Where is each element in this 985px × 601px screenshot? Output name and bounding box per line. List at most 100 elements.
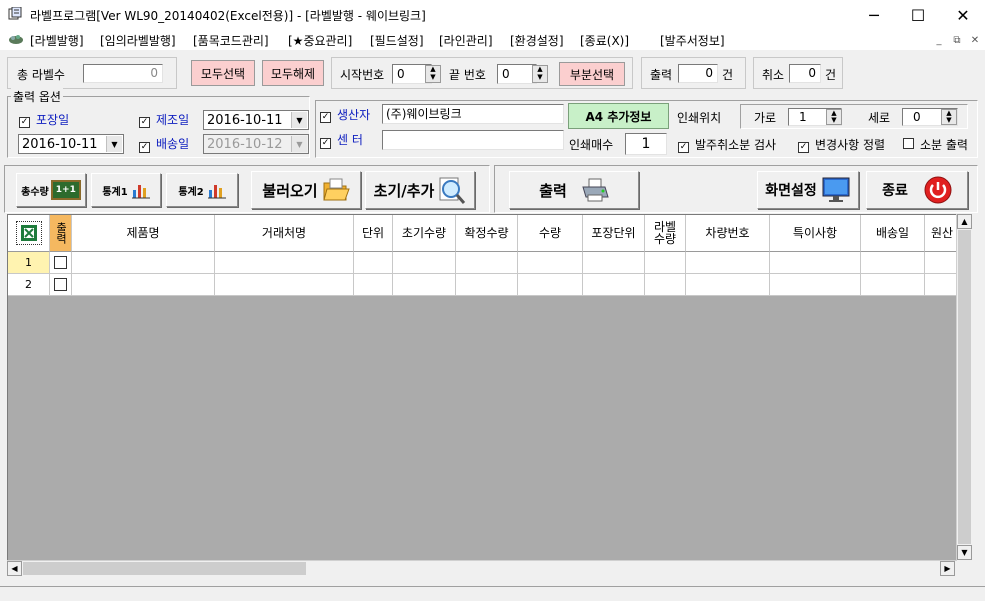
scroll-left-icon[interactable]: ◀ <box>7 561 22 576</box>
col-header-initial-qty[interactable]: 초기수량 <box>393 215 456 252</box>
small-print-checkbox[interactable] <box>903 138 914 152</box>
select-all-button[interactable]: 모두선택 <box>191 60 255 86</box>
table-cell[interactable] <box>518 274 583 296</box>
menu-line-management[interactable]: [라인관리] <box>439 32 493 49</box>
close-button[interactable]: ✕ <box>940 0 985 30</box>
scroll-right-icon[interactable]: ▶ <box>940 561 955 576</box>
table-cell[interactable] <box>770 252 861 274</box>
end-no-input[interactable]: 0 <box>497 64 537 84</box>
menu-exit[interactable]: [종료(X)] <box>580 32 629 49</box>
start-no-spinner[interactable]: ▲ ▼ <box>425 65 441 83</box>
table-cell[interactable] <box>583 274 645 296</box>
horizontal-scrollbar[interactable]: ◀ ▶ <box>7 560 956 576</box>
menu-environment[interactable]: [환경설정] <box>510 32 564 49</box>
menu-custom-label[interactable]: [임의라벨발행] <box>100 32 176 49</box>
table-cell[interactable] <box>645 274 686 296</box>
center-checkbox[interactable]: ✓ <box>320 134 331 149</box>
col-header-pack-unit[interactable]: 포장단위 <box>583 215 645 252</box>
excel-export-icon[interactable] <box>8 215 50 252</box>
screen-settings-button[interactable]: 화면설정 <box>757 171 859 209</box>
mfg-date-checkbox[interactable]: ✓ <box>139 113 150 128</box>
row-print-checkbox[interactable] <box>50 252 72 274</box>
reset-add-button[interactable]: 초기/추가 <box>365 171 475 209</box>
horiz-label: 가로 <box>754 111 777 125</box>
check-cancel-checkbox[interactable]: ✓ <box>678 138 689 153</box>
partial-select-button[interactable]: 부분선택 <box>559 62 625 86</box>
total-qty-button[interactable]: 총수량 1+1 <box>16 173 86 207</box>
mfg-date-picker[interactable]: 2016-10-11 ▼ <box>203 110 309 130</box>
row-print-checkbox[interactable] <box>50 274 72 296</box>
table-cell[interactable] <box>861 274 925 296</box>
sort-changes-checkbox[interactable]: ✓ <box>798 138 809 153</box>
menu-field-settings[interactable]: [필드설정] <box>370 32 424 49</box>
producer-checkbox[interactable]: ✓ <box>320 108 331 123</box>
col-header-notes[interactable]: 특이사항 <box>770 215 861 252</box>
table-cell[interactable] <box>770 274 861 296</box>
menu-important[interactable]: [★중요관리] <box>288 32 352 49</box>
table-cell[interactable] <box>354 252 393 274</box>
table-cell[interactable] <box>686 274 770 296</box>
col-header-unit[interactable]: 단위 <box>354 215 393 252</box>
a4-extra-info-button[interactable]: A4 추가정보 <box>568 103 669 129</box>
table-cell[interactable] <box>215 252 354 274</box>
output-options-title: 출력 옵션 <box>11 88 63 105</box>
table-cell[interactable] <box>861 252 925 274</box>
maximize-button[interactable]: ☐ <box>895 0 941 30</box>
table-cell[interactable] <box>518 252 583 274</box>
menu-label-issue[interactable]: [라벨발행] <box>30 32 84 49</box>
row-number[interactable]: 2 <box>8 274 50 296</box>
col-header-vehicle-no[interactable]: 차량번호 <box>686 215 770 252</box>
chevron-down-icon[interactable]: ▼ <box>291 112 307 128</box>
deselect-all-button[interactable]: 모두해제 <box>262 60 324 86</box>
table-cell[interactable] <box>393 274 456 296</box>
row-number[interactable]: 1 <box>8 252 50 274</box>
end-no-spinner[interactable]: ▲ ▼ <box>532 65 548 83</box>
scroll-down-icon[interactable]: ▼ <box>957 545 972 560</box>
col-header-confirmed-qty[interactable]: 확정수량 <box>456 215 518 252</box>
menu-order-info[interactable]: [발주서정보] <box>660 32 725 49</box>
table-cell[interactable] <box>686 252 770 274</box>
menu-item-code[interactable]: [품목코드관리] <box>193 32 269 49</box>
table-cell[interactable] <box>215 274 354 296</box>
table-cell[interactable] <box>583 252 645 274</box>
table-cell[interactable] <box>393 252 456 274</box>
center-input[interactable] <box>382 130 564 150</box>
col-header-product[interactable]: 제품명 <box>72 215 215 252</box>
pack-date-checkbox[interactable]: ✓ <box>19 113 30 128</box>
chevron-down-icon: ▼ <box>291 136 307 152</box>
table-cell[interactable] <box>72 252 215 274</box>
copies-input[interactable]: 1 <box>625 133 667 155</box>
col-header-ship-date[interactable]: 배송일 <box>861 215 925 252</box>
col-header-print[interactable]: 출력 <box>50 215 72 252</box>
producer-input[interactable]: (주)웨이브링크 <box>382 104 564 124</box>
col-header-qty[interactable]: 수량 <box>518 215 583 252</box>
pack-date-picker[interactable]: 2016-10-11 ▼ <box>18 134 124 154</box>
title-bar: 라벨프로그램[Ver WL90_20140402(Excel전용)] - [라벨… <box>0 0 985 30</box>
vertical-scroll-thumb[interactable] <box>958 230 971 544</box>
exit-button[interactable]: 종료 <box>866 171 968 209</box>
col-header-label-qty[interactable]: 라벨수량 <box>645 215 686 252</box>
mdi-close-button[interactable]: ✕ <box>967 34 983 48</box>
print-button[interactable]: 출력 <box>509 171 639 209</box>
stats1-button[interactable]: 통계1 <box>91 173 161 207</box>
table-cell[interactable] <box>72 274 215 296</box>
stats2-button[interactable]: 통계2 <box>166 173 238 207</box>
data-grid[interactable]: 출력 제품명 거래처명 단위 초기수량 확정수량 수량 포장단위 라벨수량 차량… <box>7 214 971 576</box>
chevron-down-icon[interactable]: ▼ <box>106 136 122 152</box>
col-header-client[interactable]: 거래처명 <box>215 215 354 252</box>
table-cell[interactable] <box>645 252 686 274</box>
table-cell[interactable] <box>456 274 518 296</box>
table-cell[interactable] <box>456 252 518 274</box>
vertical-scrollbar[interactable]: ▲ ▼ <box>956 214 972 561</box>
mdi-restore-button[interactable]: ⧉ <box>949 34 965 48</box>
ship-date-checkbox[interactable]: ✓ <box>139 138 150 153</box>
mdi-minimize-button[interactable]: _ <box>931 34 947 48</box>
app-icon <box>8 6 22 21</box>
load-button[interactable]: 불러오기 <box>251 171 361 209</box>
horiz-spinner[interactable]: ▲ ▼ <box>826 109 842 125</box>
scroll-up-icon[interactable]: ▲ <box>957 214 972 229</box>
table-cell[interactable] <box>354 274 393 296</box>
minimize-button[interactable]: ─ <box>851 0 897 30</box>
horizontal-scroll-thumb[interactable] <box>23 562 306 575</box>
vert-spinner[interactable]: ▲ ▼ <box>941 109 957 125</box>
